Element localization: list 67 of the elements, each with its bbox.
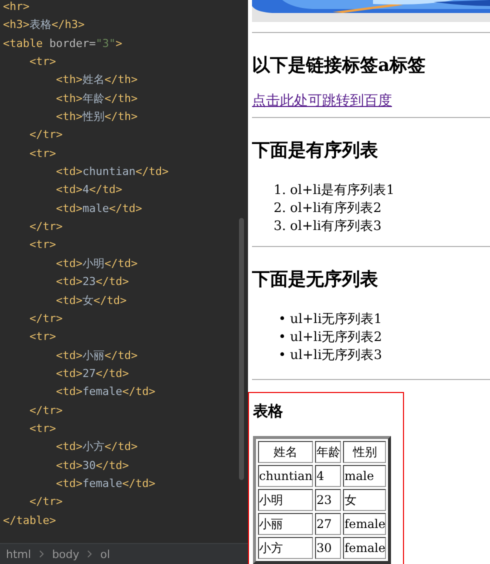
list-item: ul+li无序列表2 [290, 329, 382, 347]
code-line: <table border="3"> [3, 36, 124, 52]
code-line: <h3>表格</h3> [3, 17, 86, 34]
list-bullet: • [277, 311, 286, 329]
code-line: <td>female</td> [54, 384, 156, 400]
code-line: <th>姓名</th> [54, 72, 139, 88]
table-cell: 4 [315, 465, 342, 487]
table-cell: female [343, 537, 386, 559]
table-cell: 女 [343, 489, 386, 511]
column-header: 姓名 [258, 441, 314, 463]
section-heading: 下面是有序列表 [252, 139, 379, 163]
code-line: <td>27</td> [54, 366, 130, 382]
code-line: </tr> [28, 402, 64, 419]
column-header: 年龄 [315, 441, 342, 463]
code-line: <th>年龄</th> [54, 90, 139, 107]
code-line: <tr> [28, 146, 57, 162]
table-cell: 小明 [258, 489, 314, 511]
table-cell: male [343, 465, 386, 487]
code-line: <td>female</td> [54, 476, 156, 492]
code-line: </tr> [28, 127, 64, 144]
list-item: ol+li是有序列表1 [290, 182, 394, 200]
table-cell: female [343, 513, 386, 535]
code-line: <tr> [28, 237, 57, 254]
code-line: </tr> [28, 219, 64, 236]
code-line: </tr> [28, 310, 64, 327]
code-line: <tr> [28, 329, 57, 346]
section-heading: 以下是链接标签a标签 [252, 54, 427, 78]
table-cell: 23 [315, 489, 342, 511]
list-number: 2. [272, 200, 286, 218]
code-line: <th>性别</th> [54, 109, 139, 126]
code-line: <tr> [28, 420, 57, 437]
breadcrumb-item[interactable]: ol [100, 548, 110, 560]
code-line: <td>女</td> [54, 292, 128, 308]
scrollbar[interactable] [239, 218, 244, 480]
section-heading: 下面是无序列表 [252, 268, 379, 292]
section-heading: 表格 [253, 401, 284, 422]
code-line: </tr> [28, 494, 64, 510]
list-item: ul+li无序列表3 [290, 347, 382, 365]
code-line: <td>male</td> [54, 200, 144, 217]
code-line: <td>chuntian</td> [54, 164, 170, 180]
table-cell: 27 [315, 513, 342, 535]
code-line: <td>小明</td> [54, 256, 139, 272]
code-line: <td>23</td> [54, 274, 130, 290]
list-item: ol+li有序列表3 [290, 218, 382, 236]
code-line: <td>小方</td> [54, 439, 139, 456]
table-cell: 小方 [258, 537, 314, 559]
list-bullet: • [277, 347, 286, 365]
column-header: 性别 [343, 441, 386, 463]
list-number: 1. [272, 182, 286, 200]
code-line: </table> [3, 512, 57, 529]
baidu-link[interactable]: 点击此处可跳转到百度 [252, 91, 392, 111]
chevron-icon [39, 550, 44, 558]
breadcrumb-item[interactable]: body [52, 548, 80, 560]
code-line: <td>4</td> [54, 182, 124, 198]
list-item: ul+li无序列表1 [290, 311, 382, 329]
list-item: ol+li有序列表2 [290, 200, 382, 218]
code-line: <td>30</td> [54, 458, 130, 474]
list-number: 3. [272, 218, 286, 236]
code-line: <tr> [28, 54, 57, 70]
chevron-icon [87, 550, 92, 558]
code-line: <td>小丽</td> [54, 348, 139, 364]
list-bullet: • [277, 329, 286, 347]
code-line: <hr> [3, 0, 30, 15]
table-cell: chuntian [258, 465, 314, 487]
breadcrumb-item[interactable]: html [6, 548, 32, 560]
table-cell: 30 [315, 537, 342, 559]
table-cell: 小丽 [258, 513, 314, 535]
